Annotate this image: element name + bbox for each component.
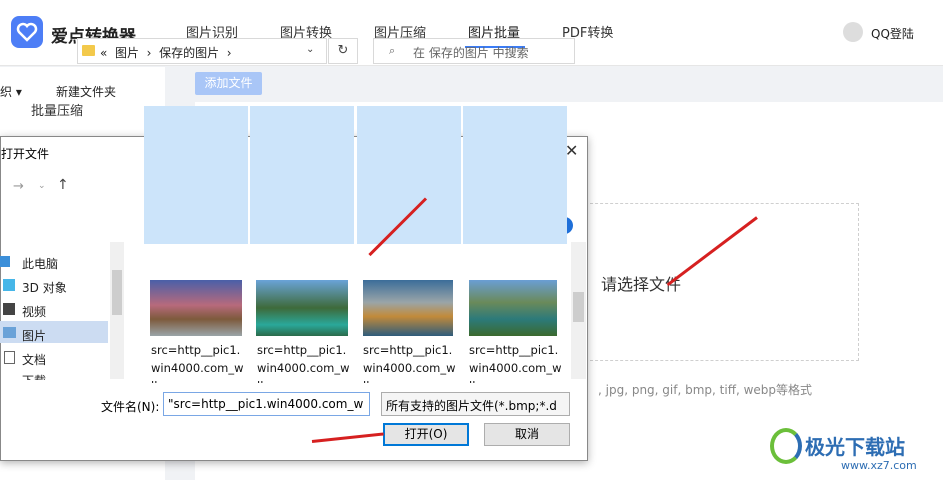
breadcrumb-saved-pictures[interactable]: 保存的图片 [159, 46, 219, 60]
filename-input[interactable]: "src=http__pic1.win4000.com_w [163, 392, 370, 416]
organize-menu[interactable]: 织 ▾ [0, 83, 22, 100]
cancel-button[interactable]: 取消 [484, 423, 570, 446]
video-icon [3, 303, 15, 315]
chevron-down-icon[interactable]: ⌄ [38, 181, 46, 191]
open-button[interactable]: 打开(O) [383, 423, 469, 446]
address-dropdown-icon[interactable]: ⌄ [306, 44, 314, 55]
tree-scrollbar-thumb[interactable] [112, 270, 122, 315]
tree-item-this-pc[interactable]: 此电脑 [22, 255, 58, 272]
file-tile[interactable] [250, 106, 354, 244]
tree-item-3d-objects[interactable]: 3D 对象 [22, 279, 67, 296]
tree-item-documents[interactable]: 文档 [22, 351, 46, 368]
thumbnail-image [363, 280, 453, 336]
filename-label: 文件名(N): [101, 400, 160, 414]
close-icon[interactable]: ✕ [565, 141, 578, 160]
file-tile[interactable] [144, 106, 248, 244]
file-name: src=http__pic1.win4000.com_wll [363, 343, 456, 383]
documents-icon [4, 351, 15, 364]
file-tile[interactable] [357, 106, 461, 244]
app-logo-icon [11, 16, 43, 48]
up-arrow-icon[interactable]: ↑ [57, 177, 69, 193]
back-arrow-icon[interactable]: → [13, 179, 24, 194]
search-icon: ⌕ [389, 44, 396, 57]
files-scrollbar-thumb[interactable] [573, 292, 584, 322]
avatar-icon[interactable] [843, 22, 863, 42]
folder-icon [82, 45, 95, 56]
pictures-icon [3, 327, 16, 338]
dialog-title: 打开文件 [1, 147, 50, 161]
watermark-url: www.xz7.com [841, 459, 917, 472]
tree-item-downloads[interactable]: 下载 [22, 372, 46, 380]
watermark-logo-icon [770, 428, 802, 464]
refresh-icon[interactable]: ↻ [328, 38, 358, 64]
thumbnail-image [150, 280, 242, 336]
sidebar-item-batch-compress[interactable]: 批量压缩 [31, 100, 83, 119]
add-file-button[interactable]: 添加文件 [195, 72, 262, 95]
new-folder-button[interactable]: 新建文件夹 [56, 83, 116, 100]
qq-login-link[interactable]: QQ登陆 [871, 25, 914, 42]
file-name: src=http__pic1.win4000.com_wll [151, 343, 244, 383]
3d-objects-icon [3, 279, 15, 291]
file-type-select[interactable]: 所有支持的图片文件(*.bmp;*.d [381, 392, 570, 416]
tree-item-pictures[interactable]: 图片 [22, 327, 46, 344]
breadcrumb-pictures[interactable]: 图片 [115, 46, 139, 60]
file-name: src=http__pic1.win4000.com_wll [469, 343, 562, 383]
thumbnail-image [256, 280, 348, 336]
tree-selection [0, 321, 108, 343]
tree-item-videos[interactable]: 视频 [22, 303, 46, 320]
thumbnail-image [469, 280, 557, 336]
watermark-text: 极光下载站 [805, 435, 905, 459]
computer-icon [0, 256, 10, 267]
search-placeholder: 在 保存的图片 中搜索 [413, 46, 529, 60]
breadcrumb-prefix: « [100, 46, 108, 60]
breadcrumb: « 图片 › 保存的图片 › [100, 46, 232, 60]
file-tile[interactable] [463, 106, 567, 244]
file-name: src=http__pic1.win4000.com_wll [257, 343, 350, 383]
supported-formats-text: , jpg, png, gif, bmp, tiff, webp等格式 [598, 383, 813, 397]
